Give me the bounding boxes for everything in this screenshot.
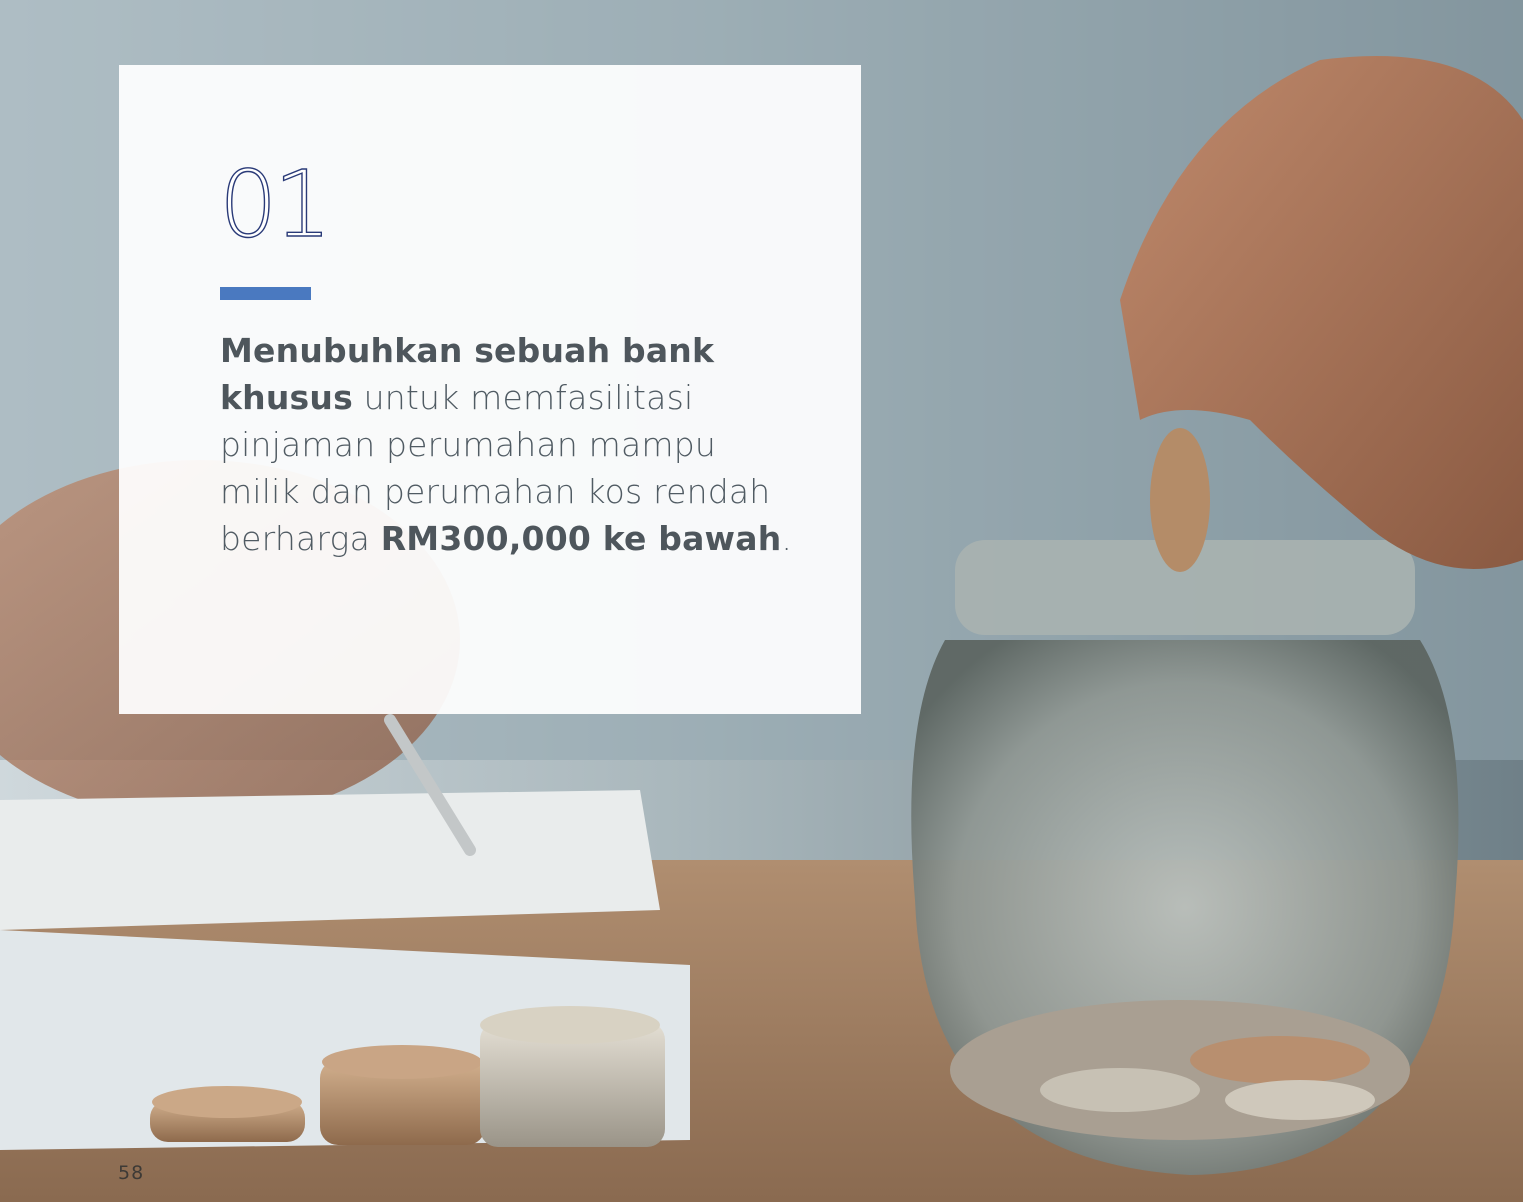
text-line-2: khusus untuk memfasilitasi [220,374,820,421]
text-fragment-5: berharga [220,519,381,558]
bold-phrase-1: Menubuhkan sebuah bank [220,331,715,370]
text-line-1: Menubuhkan sebuah bank [220,327,820,374]
text-line-3: pinjaman perumahan mampu [220,425,717,464]
page-number: 58 [118,1162,145,1184]
card-description: Menubuhkan sebuah bank khusus untuk memf… [220,327,820,562]
price-highlight: RM300,000 ke bawah [380,519,782,558]
text-fragment-2: untuk memfasilitasi [352,378,694,417]
item-number: 01 [218,151,332,258]
bold-phrase-2: khusus [220,378,353,417]
brochure-page: 01 Menubuhkan sebuah bank khusus untuk m… [0,0,1523,1202]
accent-bar [220,287,311,300]
text-line-5: berharga RM300,000 ke bawah. [220,515,820,562]
text-line-4: milik dan perumahan kos rendah [220,472,771,511]
text-period: . [781,519,793,558]
info-card: 01 Menubuhkan sebuah bank khusus untuk m… [119,65,861,714]
